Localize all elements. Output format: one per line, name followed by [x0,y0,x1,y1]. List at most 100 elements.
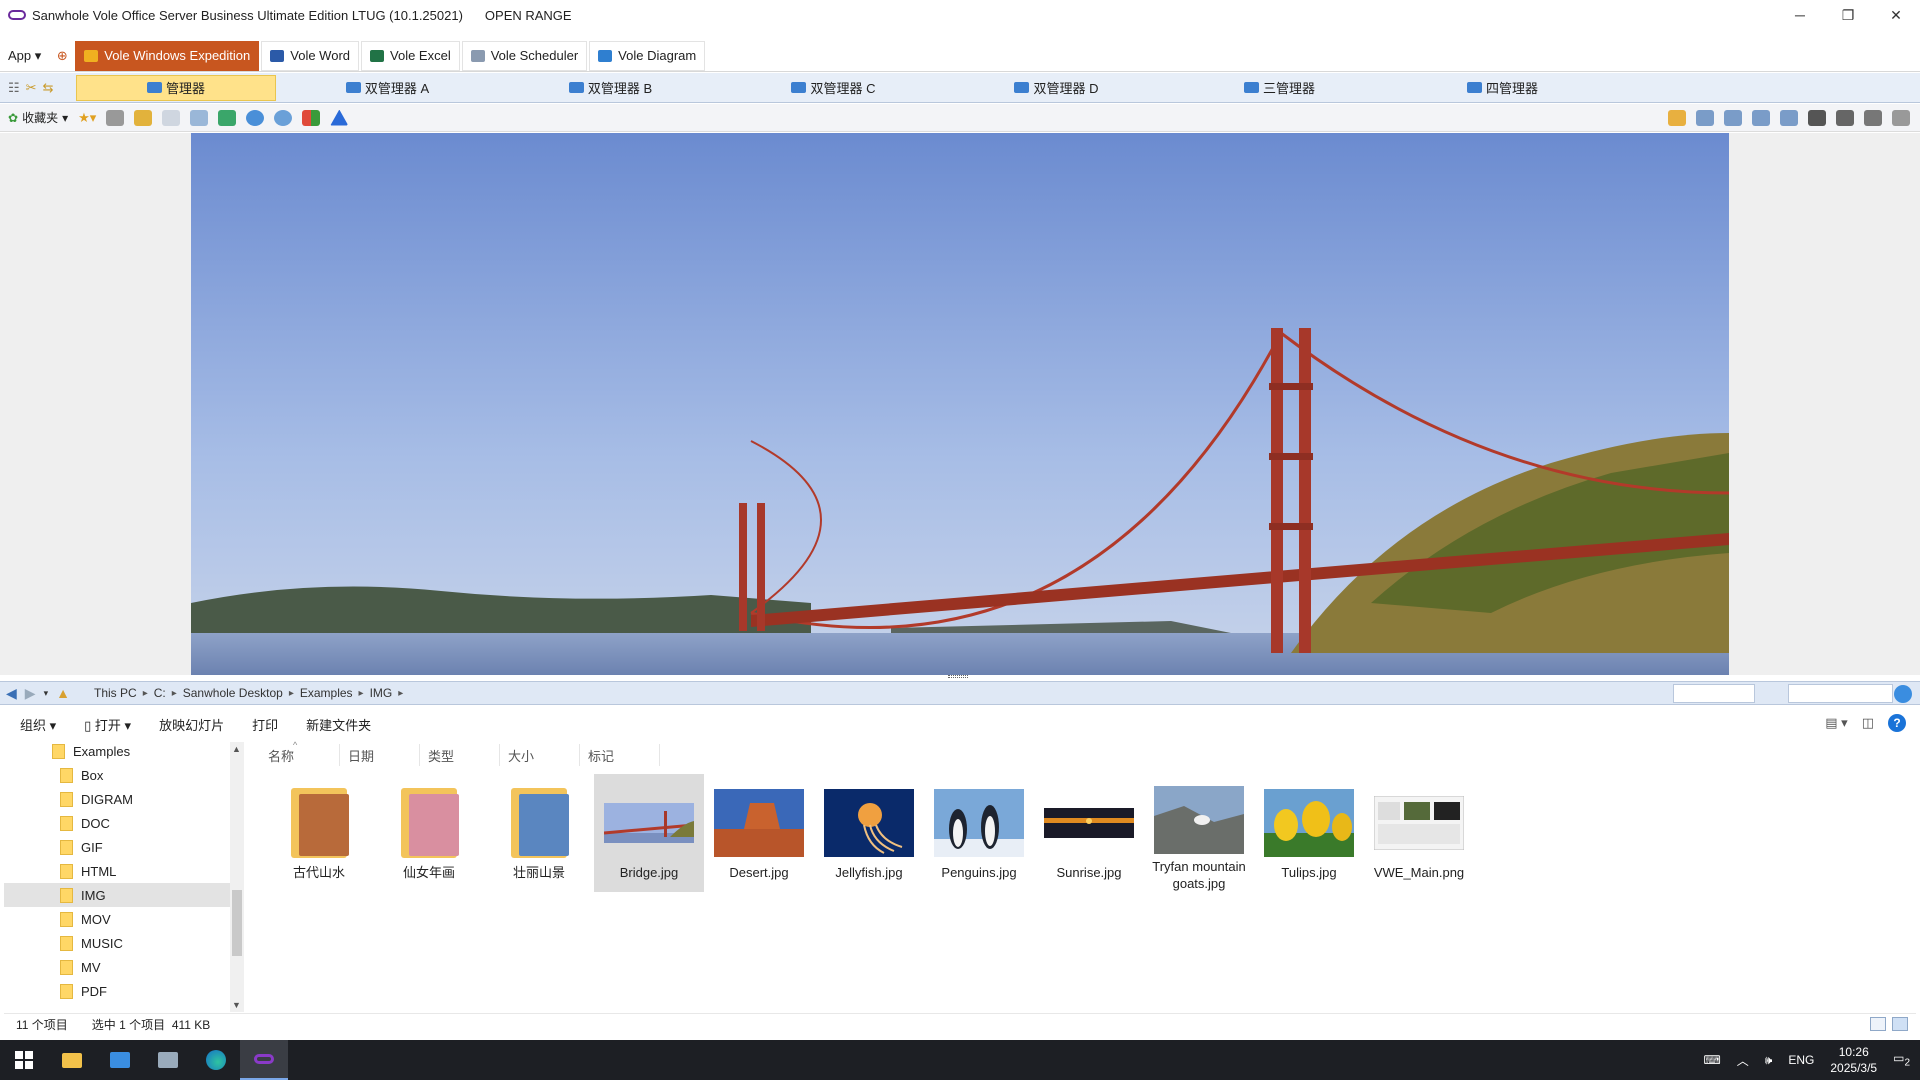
start-windows-icon[interactable] [0,1040,48,1080]
layout-2-icon[interactable] [1724,110,1742,126]
new-folder-button[interactable]: 新建文件夹 [306,715,371,734]
forward-arrow-icon[interactable]: ▶ [25,685,36,702]
history-dropdown-icon[interactable]: ▾ [44,688,49,699]
back-arrow-icon[interactable]: ◀ [6,685,17,702]
tree-item-doc[interactable]: DOC [4,811,244,835]
tree-scrollbar[interactable]: ▲ ▼ [230,742,244,1012]
star-icon[interactable]: ★▾ [78,110,96,126]
move-icon[interactable] [218,109,237,126]
edge-browser-icon[interactable] [192,1040,240,1080]
triangle-icon[interactable] [330,109,349,126]
language-indicator[interactable]: ENG [1788,1053,1814,1067]
brush-icon[interactable] [134,109,153,126]
file-item[interactable]: Jellyfish.jpg [814,774,924,892]
tree-item-html[interactable]: HTML [4,859,244,883]
file-item[interactable]: 古代山水 [264,774,374,892]
store-icon[interactable] [96,1040,144,1080]
tools-icon[interactable]: ✂ [26,80,37,96]
manager-tab-6[interactable]: 四管理器 [1391,75,1614,101]
restore-button[interactable]: ❐ [1824,0,1872,30]
breadcrumb-item[interactable]: C: [148,686,172,700]
open-button[interactable]: ▯ 打开 ▾ [84,715,131,734]
view-mode-icon[interactable]: ▤ ▾ [1825,715,1847,731]
slideshow-button[interactable]: 放映幻灯片 [159,715,224,734]
paste-icon[interactable] [190,109,209,126]
app-tab-3[interactable]: Vole Scheduler [461,40,588,71]
breadcrumb-item[interactable]: This PC [88,686,143,700]
file-explorer-icon[interactable] [48,1040,96,1080]
share-icon[interactable] [1668,110,1686,126]
pane-splitter-handle[interactable] [948,675,968,678]
file-item[interactable]: Sunrise.jpg [1034,774,1144,892]
file-item[interactable]: VWE_Main.png [1364,774,1474,892]
file-item[interactable]: 壮丽山景 [484,774,594,892]
tree-item-music[interactable]: MUSIC [4,931,244,955]
manager-tab-1[interactable]: 双管理器 A [276,75,499,101]
layout-icon[interactable]: ⇆ [43,80,54,96]
app-tab-2[interactable]: Vole Excel [361,40,460,71]
file-item[interactable]: Bridge.jpg [594,774,704,892]
volume-icon[interactable]: 🕪 [1765,1053,1773,1068]
tree-root-examples[interactable]: Examples [4,739,244,763]
icons-view-icon[interactable] [1892,1017,1908,1031]
print-button[interactable]: 打印 [252,715,278,734]
vole-app-taskbar-icon[interactable] [240,1040,288,1080]
clock[interactable]: 10:26 2025/3/5 [1830,1044,1877,1076]
breadcrumb-separator-icon[interactable]: ▸ [398,688,403,699]
layout-3-icon[interactable] [1752,110,1770,126]
tree-item-mv[interactable]: MV [4,955,244,979]
details-view-icon[interactable] [1870,1017,1886,1031]
column-header[interactable]: 类型 [420,744,500,766]
play-icon[interactable] [246,109,265,126]
tree-item-pdf[interactable]: PDF [4,979,244,1003]
column-header[interactable]: 日期 [340,744,420,766]
favorites-menu[interactable]: ✿ 收藏夹 ▾ [8,109,68,126]
picture-icon[interactable] [1836,110,1854,126]
tree-scrollbar-thumb[interactable] [232,890,242,956]
file-item[interactable]: Penguins.jpg [924,774,1034,892]
refresh-icon[interactable] [274,109,293,126]
column-header[interactable]: 大小 [500,744,580,766]
tree-item-img[interactable]: IMG [4,883,244,907]
file-item[interactable]: Tulips.jpg [1254,774,1364,892]
organize-button[interactable]: 组织 ▾ [20,715,56,734]
app-tab-4[interactable]: Vole Diagram [589,40,706,71]
file-item[interactable]: 仙女年画 [374,774,484,892]
close-button[interactable]: ✕ [1872,0,1920,30]
keyboard-icon[interactable]: ⌨ [1703,1053,1720,1067]
fullscreen-icon[interactable] [1808,110,1826,126]
manager-tab-4[interactable]: 双管理器 D [945,75,1168,101]
column-header[interactable]: 名称 [260,744,340,766]
apps-icon[interactable] [302,109,321,126]
tray-expand-icon[interactable]: ︿ [1737,1052,1749,1069]
layout-1-icon[interactable] [1696,110,1714,126]
file-item[interactable]: Tryfan mountain goats.jpg [1144,774,1254,892]
manager-tab-2[interactable]: 双管理器 B [499,75,722,101]
path-input[interactable] [1673,684,1755,703]
app-tab-1[interactable]: Vole Word [261,40,360,71]
options-icon[interactable] [1892,110,1910,126]
search-icon[interactable] [1894,685,1912,703]
tree-item-mov[interactable]: MOV [4,907,244,931]
layout-4-icon[interactable] [1780,110,1798,126]
app-tab-0[interactable]: Vole Windows Expedition [75,40,260,71]
up-folder-icon[interactable]: ▲ [56,685,70,701]
manager-tab-3[interactable]: 双管理器 C [722,75,945,101]
column-header[interactable]: 标记 [580,744,660,766]
crosshair-icon[interactable]: ⊕ [49,48,75,64]
file-item[interactable]: Desert.jpg [704,774,814,892]
tree-item-gif[interactable]: GIF [4,835,244,859]
filter-input[interactable] [1788,684,1893,703]
breadcrumb-item[interactable]: Sanwhole Desktop [177,686,289,700]
lock-icon[interactable] [106,109,125,126]
tree-item-box[interactable]: Box [4,763,244,787]
manager-tab-0[interactable]: 管理器 [76,74,276,101]
copy-icon[interactable] [162,109,181,126]
list-icon[interactable]: ☷ [8,80,20,96]
help-icon[interactable]: ? [1888,714,1906,732]
gallery-icon[interactable] [1864,110,1882,126]
notification-center-icon[interactable]: ▭2 [1893,1051,1910,1068]
tree-item-digram[interactable]: DIGRAM [4,787,244,811]
app-menu-button[interactable]: App ▾ [0,48,49,64]
preview-pane-icon[interactable]: ◫ [1862,715,1874,731]
